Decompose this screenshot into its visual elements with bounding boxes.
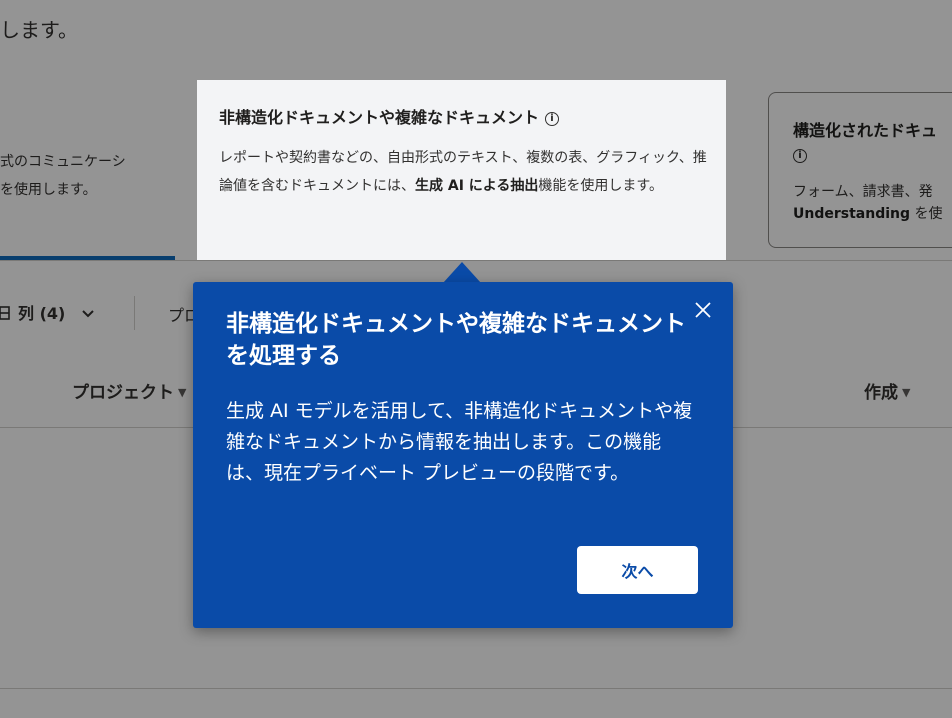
card-desc-text: 機能を使用します。 — [538, 178, 663, 194]
popover-title: 非構造化ドキュメントや複雑なドキュメントを処理する — [226, 311, 686, 369]
card-desc-bold: 生成 AI による抽出 — [415, 178, 539, 194]
popover-body: 生成 AI モデルを活用して、非構造化ドキュメントや複雑なドキュメントから情報を… — [226, 400, 693, 484]
card-description: レポートや契約書などの、自由形式のテキスト、複数の表、グラフィック、推論値を含む… — [219, 144, 709, 200]
popover-arrow — [443, 262, 481, 283]
info-icon[interactable]: i — [545, 112, 560, 126]
card-title: 非構造化ドキュメントや複雑なドキュメント i — [219, 104, 560, 128]
next-button[interactable]: 次へ — [577, 546, 698, 594]
card-title-text: 非構造化ドキュメントや複雑なドキュメント — [219, 108, 540, 127]
teaching-popover: 非構造化ドキュメントや複雑なドキュメントを処理する 生成 AI モデルを活用して… — [193, 282, 733, 628]
close-icon[interactable] — [691, 298, 715, 322]
